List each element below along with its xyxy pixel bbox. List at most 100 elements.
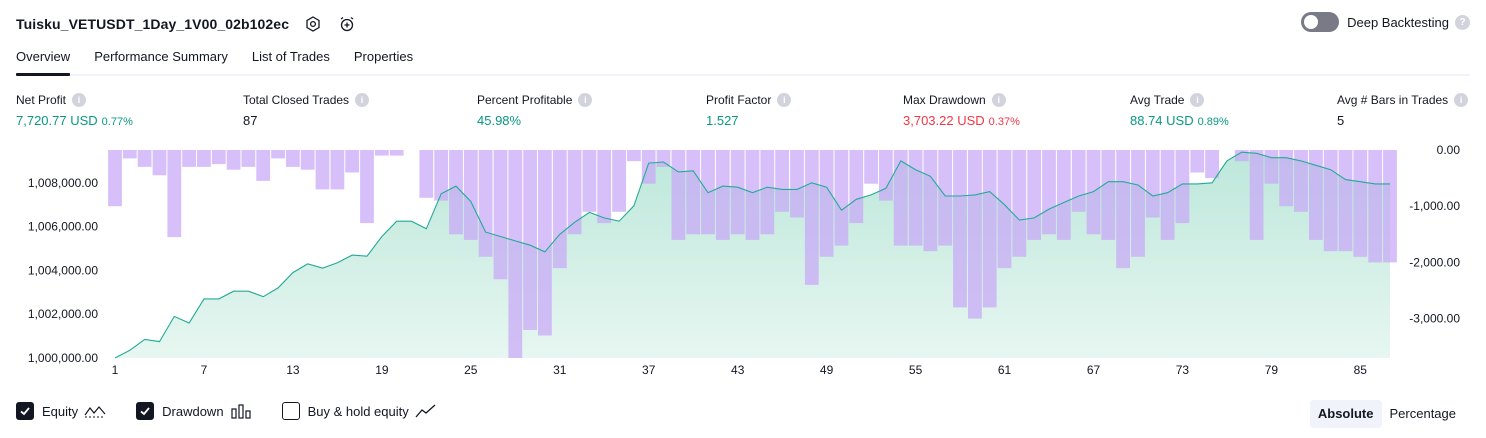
drawdown-bar xyxy=(953,150,967,308)
legend-drawdown[interactable]: Drawdown xyxy=(136,402,251,420)
percentage-button[interactable]: Percentage xyxy=(1382,400,1465,428)
tab-overview[interactable]: Overview xyxy=(16,46,94,76)
drawdown-bars-icon xyxy=(230,404,251,419)
drawdown-bar xyxy=(582,150,597,212)
drawdown-bar xyxy=(1160,150,1175,240)
drawdown-bar xyxy=(686,150,701,235)
drawdown-bar xyxy=(849,150,864,224)
drawdown-bar xyxy=(197,150,211,167)
drawdown-bar xyxy=(879,150,893,201)
drawdown-bar xyxy=(182,150,196,167)
drawdown-bar xyxy=(1249,150,1264,240)
right-axis-tick: -1,000.00 xyxy=(1409,199,1460,213)
x-axis-tick: 61 xyxy=(998,363,1012,377)
drawdown-bar xyxy=(730,150,745,235)
drawdown-checkbox[interactable] xyxy=(136,402,155,420)
drawdown-bar xyxy=(478,150,493,257)
drawdown-bar xyxy=(1042,150,1056,235)
drawdown-bar xyxy=(1101,150,1116,240)
legend-label: Drawdown xyxy=(162,403,224,419)
drawdown-bar xyxy=(1027,150,1042,240)
drawdown-bar xyxy=(271,150,285,159)
equity-drawdown-chart[interactable]: 1,008,000.00 1,006,000.00 1,004,000.00 1,00… xyxy=(0,140,1486,380)
metric-label: Percent Profitable xyxy=(477,93,573,107)
drawdown-bar xyxy=(671,150,686,240)
x-axis-tick: 19 xyxy=(375,363,389,377)
x-axis-tick: 25 xyxy=(464,363,478,377)
drawdown-bar xyxy=(1131,150,1145,257)
drawdown-bar xyxy=(656,150,671,167)
drawdown-bar xyxy=(627,150,641,162)
drawdown-bar xyxy=(463,150,478,240)
tab-properties[interactable]: Properties xyxy=(354,46,437,74)
info-icon[interactable]: i xyxy=(1454,93,1469,107)
drawdown-bar xyxy=(256,150,271,181)
metric-label: Net Profit xyxy=(16,93,67,107)
left-axis-tick: 1,008,000.00 xyxy=(28,176,98,190)
info-icon[interactable]: i xyxy=(1190,93,1205,107)
alarm-plus-icon[interactable] xyxy=(337,14,357,34)
drawdown-bar xyxy=(211,150,226,165)
x-axis-tick: 49 xyxy=(820,363,834,377)
x-axis-tick: 31 xyxy=(553,363,567,377)
left-axis: 1,008,000.00 1,006,000.00 1,004,000.00 1,00… xyxy=(28,176,98,365)
drawdown-bar xyxy=(1012,150,1027,257)
x-axis-tick: 73 xyxy=(1176,363,1190,377)
metric-percent: 0.77% xyxy=(101,116,133,128)
drawdown-bar xyxy=(493,150,508,280)
drawdown-bar xyxy=(1323,150,1338,252)
metric-avg-bars-in-trades: Avg # Bars in Trades i 5 xyxy=(1337,93,1469,128)
drawdown-bar xyxy=(1205,150,1219,179)
report-header: Tuisku_VETUSDT_1Day_1V00_02b102ec xyxy=(16,10,357,38)
legend-equity[interactable]: Equity xyxy=(16,402,106,420)
right-axis-tick: -2,000.00 xyxy=(1409,255,1460,269)
metric-value: 7,720.77 USD xyxy=(16,113,98,128)
metric-max-drawdown: Max Drawdown i 3,703.22 USD 0.37% xyxy=(903,93,1020,128)
info-icon[interactable]: i xyxy=(72,93,87,107)
buy-hold-checkbox[interactable] xyxy=(281,402,300,420)
drawdown-bar xyxy=(864,150,878,184)
drawdown-bar xyxy=(938,150,953,246)
drawdown-bar xyxy=(1145,150,1160,218)
absolute-button[interactable]: Absolute xyxy=(1309,400,1382,428)
settings-hex-icon[interactable] xyxy=(303,14,323,34)
tab-list-of-trades[interactable]: List of Trades xyxy=(252,46,354,74)
metric-value: 3,703.22 USD xyxy=(903,113,985,128)
drawdown-bar xyxy=(552,150,567,269)
help-icon[interactable]: ? xyxy=(1455,14,1470,30)
left-axis-tick: 1,006,000.00 xyxy=(28,220,98,234)
tab-performance-summary[interactable]: Performance Summary xyxy=(94,46,252,74)
metric-total-closed-trades: Total Closed Trades i 87 xyxy=(243,93,370,128)
x-axis: 1 7 13 19 25 31 37 43 49 55 61 67 73 79 85 xyxy=(112,363,1368,377)
legend-buy-hold[interactable]: Buy & hold equity xyxy=(281,402,437,420)
metric-percent: 0.89% xyxy=(1197,116,1229,128)
drawdown-bar xyxy=(819,150,834,257)
deep-backtesting-toggle[interactable] xyxy=(1301,12,1340,32)
x-axis-tick: 13 xyxy=(286,363,300,377)
drawdown-bar xyxy=(538,150,552,336)
x-axis-tick: 79 xyxy=(1265,363,1279,377)
info-icon[interactable]: i xyxy=(355,93,370,107)
drawdown-bar xyxy=(241,150,256,167)
drawdown-bar xyxy=(108,150,122,207)
drawdown-bar xyxy=(419,150,434,198)
chart-canvas: 1,008,000.00 1,006,000.00 1,004,000.00 1,00… xyxy=(28,143,1460,377)
x-axis-tick: 55 xyxy=(909,363,923,377)
metric-percent-profitable: Percent Profitable i 45.98% xyxy=(477,93,593,128)
drawdown-bar xyxy=(449,150,463,235)
drawdown-bar xyxy=(790,150,804,218)
metric-value: 5 xyxy=(1337,113,1345,128)
drawdown-bar xyxy=(1338,150,1353,252)
drawdown-bar xyxy=(137,150,152,167)
drawdown-bar xyxy=(330,150,345,190)
info-icon[interactable]: i xyxy=(777,93,792,107)
legend-label: Equity xyxy=(42,403,79,419)
equity-line-icon xyxy=(84,406,106,418)
right-axis-tick: -3,000.00 xyxy=(1409,312,1460,326)
equity-checkbox[interactable] xyxy=(16,402,34,420)
drawdown-bar xyxy=(122,150,137,159)
info-icon[interactable]: i xyxy=(991,93,1006,107)
info-icon[interactable]: i xyxy=(578,93,593,107)
drawdown-bar xyxy=(982,150,997,308)
metric-label: Avg # Bars in Trades xyxy=(1337,93,1449,107)
